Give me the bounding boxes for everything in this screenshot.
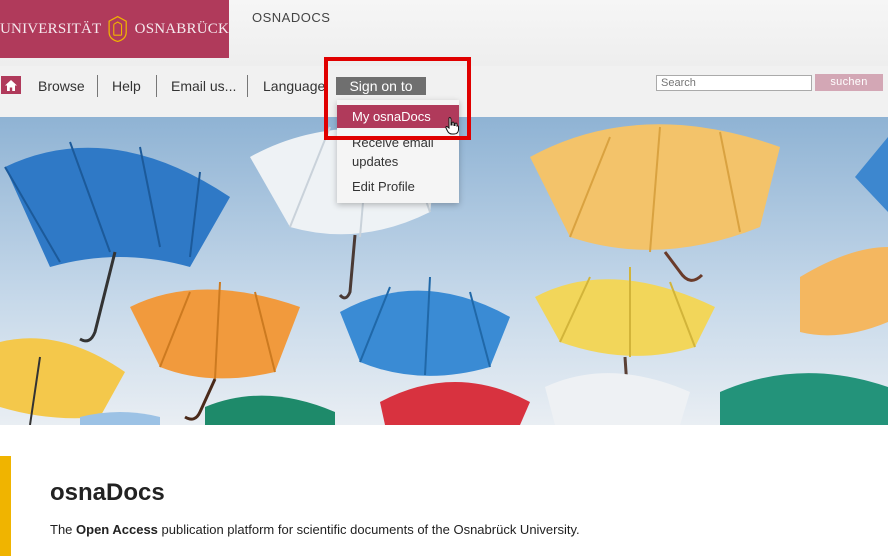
desc-suffix: publication platform for scientific docu… (157, 522, 580, 537)
nav-divider (97, 75, 98, 97)
home-icon (5, 79, 17, 91)
search-button[interactable]: suchen (815, 74, 883, 91)
search-input[interactable] (656, 75, 812, 91)
nav-divider (247, 75, 248, 97)
nav-language[interactable]: Language (263, 78, 325, 94)
accent-bar (0, 456, 11, 556)
university-emblem-icon (108, 15, 128, 43)
intro-section: osnaDocs The Open Access publication pla… (0, 425, 888, 556)
hand-cursor-icon (445, 117, 459, 135)
logo-text-left: UNIVERSITÄT (0, 20, 102, 37)
desc-open-access: Open Access (76, 522, 158, 537)
menu-item-edit-profile[interactable]: Edit Profile (337, 177, 459, 197)
page-description: The Open Access publication platform for… (50, 522, 580, 537)
university-logo[interactable]: UNIVERSITÄT OSNABRÜCK (0, 0, 229, 58)
desc-prefix: The (50, 522, 77, 537)
nav-email-us[interactable]: Email us... (171, 78, 236, 94)
logo-text-right: OSNABRÜCK (134, 20, 229, 37)
nav-divider (156, 75, 157, 97)
nav-help[interactable]: Help (112, 78, 141, 94)
home-button[interactable] (1, 76, 21, 94)
nav-browse[interactable]: Browse (38, 78, 85, 94)
page-title: osnaDocs (50, 479, 165, 506)
site-name[interactable]: OSNADOCS (252, 10, 330, 25)
